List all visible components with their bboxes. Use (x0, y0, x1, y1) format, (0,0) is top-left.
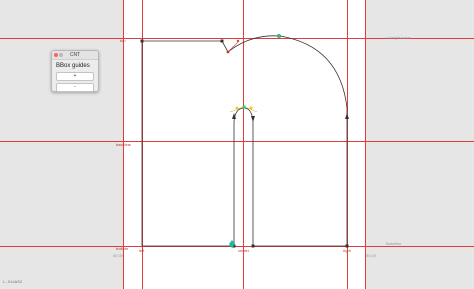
bbox-guides-palette: CNT BBox guides + - (51, 50, 99, 92)
selected-point (277, 34, 281, 38)
add-guides-button[interactable]: + (56, 72, 94, 81)
point-marker (226, 50, 230, 54)
on-curve-points[interactable] (0, 0, 474, 289)
corner-point (251, 244, 255, 248)
palette-heading: BBox guides (56, 63, 90, 69)
start-point-arrow (232, 113, 236, 119)
status-bar-text: L-541W32 (3, 281, 23, 285)
glyph-canvas[interactable]: top baseline bottom left center right x-… (0, 0, 474, 289)
corner-point (345, 244, 349, 248)
palette-title: CNT (69, 52, 81, 58)
start-point-arrow (345, 113, 349, 119)
palette-titlebar[interactable]: CNT (52, 51, 98, 60)
direction-arrow (251, 116, 255, 122)
corner-point (220, 39, 224, 43)
corner-point (140, 39, 144, 43)
highlight-point (235, 106, 239, 110)
remove-guides-button[interactable]: - (56, 83, 94, 92)
point-marker (236, 39, 240, 43)
selected-point (242, 105, 246, 109)
highlight-point (249, 106, 253, 110)
